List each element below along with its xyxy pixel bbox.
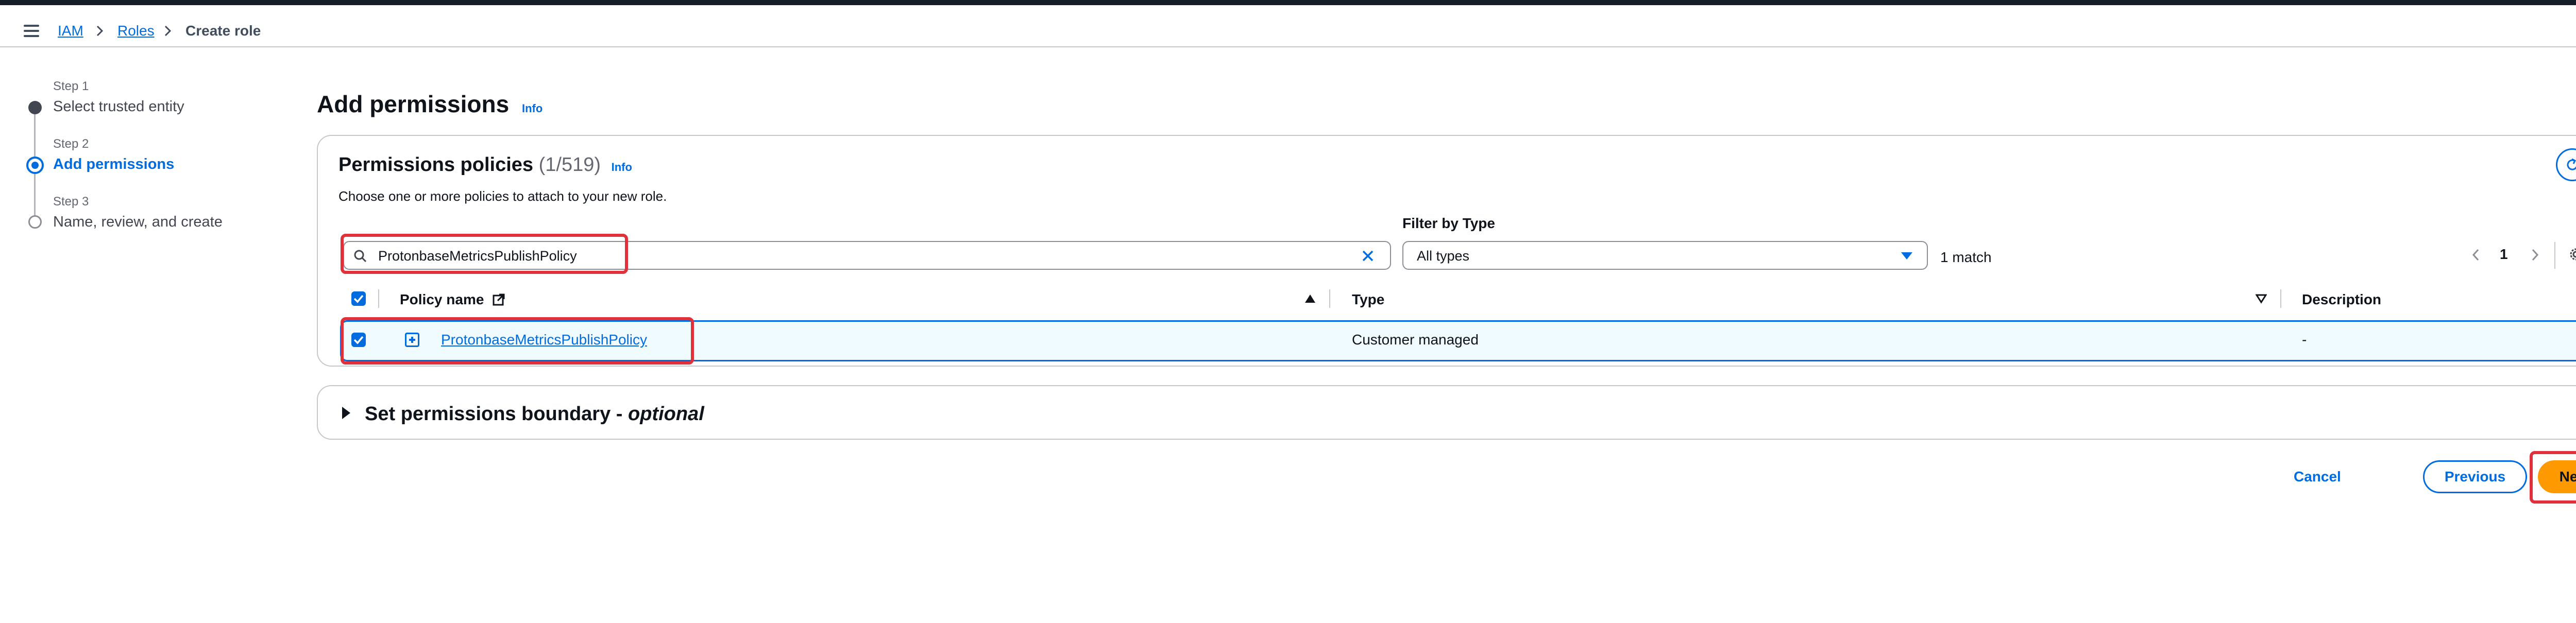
step-1-label: Step 1 <box>53 79 89 93</box>
filter-by-type-select[interactable]: All types <box>1402 241 1928 270</box>
clear-icon[interactable] <box>1360 248 1376 264</box>
chevron-right-icon[interactable] <box>2529 247 2541 263</box>
column-header-policy-name[interactable]: Policy name <box>400 291 505 308</box>
page-info-link[interactable]: Info <box>522 102 543 115</box>
column-divider <box>1329 289 1330 308</box>
permissions-boundary-heading[interactable]: Set permissions boundary - optional <box>365 403 704 425</box>
column-divider <box>2280 289 2281 308</box>
step-1-title[interactable]: Select trusted entity <box>53 98 184 115</box>
column-header-type[interactable]: Type <box>1352 291 1384 308</box>
refresh-icon <box>2567 158 2576 170</box>
top-strip <box>0 0 2576 5</box>
policies-info-link[interactable]: Info <box>612 161 632 174</box>
policy-description: - <box>2302 332 2307 348</box>
sort-icon[interactable] <box>2256 293 2267 304</box>
chevron-left-icon[interactable] <box>2470 247 2482 263</box>
column-divider <box>378 289 379 308</box>
step-connector <box>34 114 36 157</box>
policy-type: Customer managed <box>1352 332 1479 348</box>
step-2-title: Add permissions <box>53 156 175 172</box>
settings-gear-icon[interactable] <box>2568 246 2576 263</box>
step-2-label: Step 2 <box>53 137 89 151</box>
step-1-indicator <box>28 101 42 114</box>
breadcrumb-roles[interactable]: Roles <box>117 23 155 39</box>
permissions-policies-heading: Permissions policies (1/519) Info <box>338 154 632 176</box>
step-2-indicator <box>26 157 44 174</box>
next-highlight <box>2530 451 2576 504</box>
chevron-right-icon <box>96 25 104 37</box>
menu-icon[interactable] <box>24 25 39 37</box>
page-number[interactable]: 1 <box>2500 246 2508 263</box>
breadcrumb-current: Create role <box>185 23 261 39</box>
step-3-title: Name, review, and create <box>53 214 223 230</box>
caret-right-icon[interactable] <box>342 407 350 419</box>
policies-description: Choose one or more policies to attach to… <box>338 188 667 204</box>
previous-button[interactable]: Previous <box>2423 460 2527 493</box>
search-highlight <box>341 234 628 274</box>
check-icon <box>353 295 364 303</box>
column-header-description: Description <box>2302 291 2382 307</box>
breadcrumb-iam[interactable]: IAM <box>58 23 83 39</box>
select-all-checkbox[interactable] <box>351 291 366 306</box>
caret-down-icon <box>1901 252 1912 259</box>
row-highlight <box>341 317 694 365</box>
step-3-label: Step 3 <box>53 195 89 209</box>
policies-count: (1/519) <box>538 154 601 176</box>
page-title: Add permissions Info <box>317 91 543 117</box>
match-count: 1 match <box>1940 249 1992 265</box>
optional-label: optional <box>628 403 704 425</box>
chevron-right-icon <box>164 25 172 37</box>
pager-divider <box>2554 242 2555 269</box>
filter-by-type-label: Filter by Type <box>1402 215 1495 231</box>
top-navigation-bar: IAM Roles Create role <box>0 5 2576 47</box>
step-3-indicator <box>28 215 42 229</box>
step-connector <box>34 174 36 215</box>
cancel-button[interactable]: Cancel <box>2294 469 2341 485</box>
filter-value: All types <box>1417 248 1470 264</box>
external-link-icon <box>493 293 505 306</box>
sort-ascending-icon[interactable] <box>1304 293 1316 304</box>
